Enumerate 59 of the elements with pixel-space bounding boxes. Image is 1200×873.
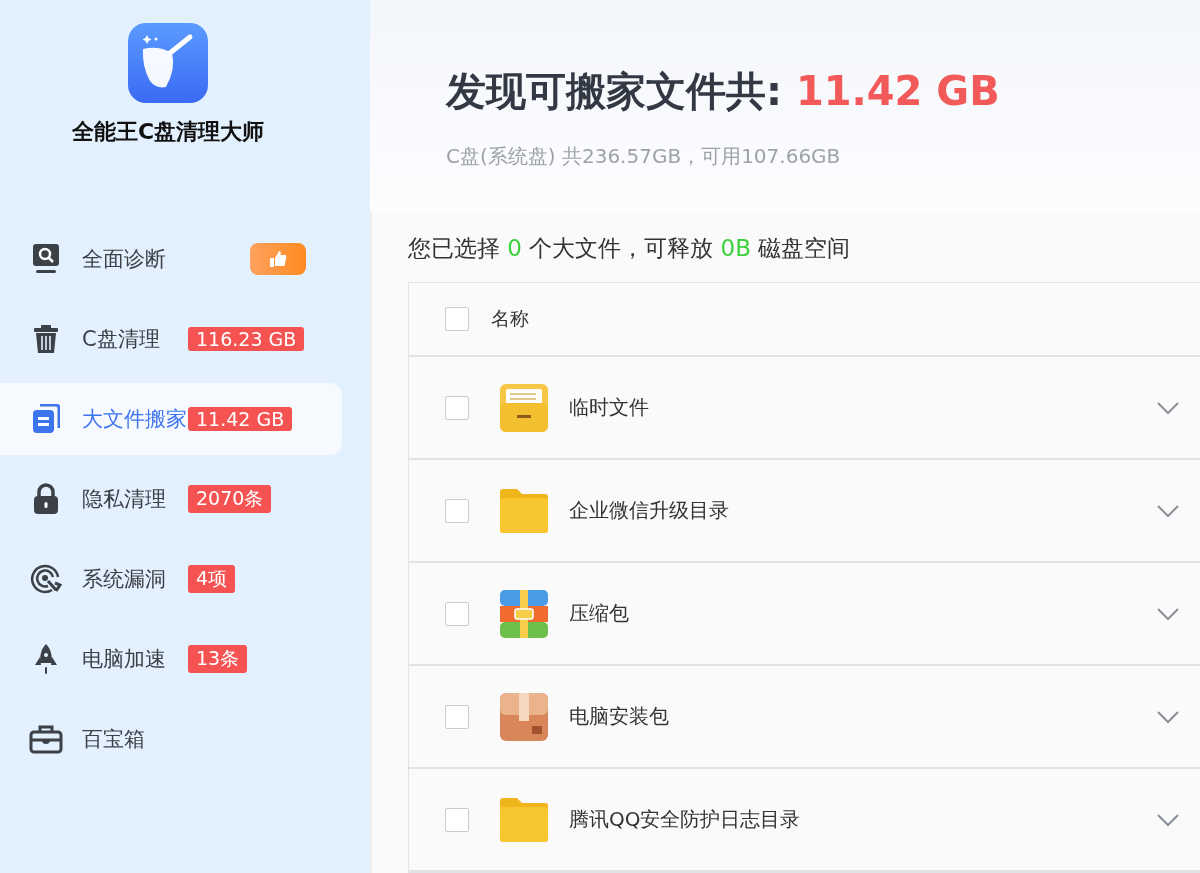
app-name: 全能王C盘清理大师 <box>71 118 265 146</box>
sidebar-item-label: 大文件搬家 <box>82 406 188 433</box>
chevron-down-icon[interactable] <box>1156 709 1180 724</box>
sidebar-item[interactable]: 百宝箱 <box>0 703 342 775</box>
row-checkbox[interactable] <box>445 704 469 729</box>
package-icon <box>499 691 549 742</box>
count-badge: 4项 <box>188 565 236 593</box>
file-group-name: 腾讯QQ安全防护日志目录 <box>569 806 802 833</box>
search-icon <box>32 243 60 275</box>
broom-logo-icon <box>128 23 208 103</box>
sidebar-item-label: 全面诊断 <box>82 246 167 273</box>
select-all-checkbox[interactable] <box>445 307 469 331</box>
chevron-down-icon[interactable] <box>1156 400 1180 415</box>
sidebar-item[interactable]: 大文件搬家 11.42 GB <box>0 383 342 455</box>
sidebar-item[interactable]: 全面诊断 <box>0 223 342 295</box>
chevron-down-icon[interactable] <box>1156 503 1180 518</box>
file-group-row[interactable]: 临时文件 <box>409 357 1200 460</box>
lock-icon <box>33 483 59 515</box>
chevron-down-icon[interactable] <box>1156 606 1180 621</box>
trash-icon <box>33 324 59 354</box>
row-checkbox[interactable] <box>445 601 469 626</box>
drawer-icon <box>499 382 549 433</box>
count-badge: 11.42 GB <box>188 407 293 431</box>
count-badge: 2070条 <box>188 485 272 513</box>
radar-wrench-icon <box>30 563 62 595</box>
file-group-row[interactable]: 腾讯QQ安全防护日志目录 <box>409 769 1200 872</box>
sidebar-item[interactable]: 电脑加速 13条 <box>0 623 342 695</box>
file-group-name: 电脑安装包 <box>569 703 670 730</box>
file-group-name: 企业微信升级目录 <box>569 497 730 524</box>
rocket-icon <box>34 643 58 675</box>
sidebar-item[interactable]: 系统漏洞 4项 <box>0 543 342 615</box>
count-badge: 13条 <box>188 645 248 673</box>
count-badge: 116.23 GB <box>188 327 305 351</box>
file-group-name: 压缩包 <box>569 600 630 627</box>
page-title: 发现可搬家文件共: 11.42 GB <box>446 67 1001 116</box>
file-group-row[interactable]: 企业微信升级目录 <box>409 460 1200 563</box>
folder-icon <box>499 796 549 843</box>
sidebar-item[interactable]: C盘清理 116.23 GB <box>0 303 342 375</box>
documents-icon <box>32 404 60 434</box>
selection-summary: 您已选择 0 个大文件，可释放 0B 磁盘空间 <box>408 234 852 263</box>
sidebar-item-label: 系统漏洞 <box>82 566 167 593</box>
file-group-row[interactable]: 压缩包 <box>409 563 1200 666</box>
disk-info: C盘(系统盘) 共236.57GB，可用107.66GB <box>446 143 842 170</box>
chevron-down-icon[interactable] <box>1156 812 1180 827</box>
toolbox-icon <box>29 724 63 754</box>
sidebar-item-label: 百宝箱 <box>82 726 146 753</box>
archive-icon <box>499 588 549 639</box>
sidebar-item-label: 隐私清理 <box>82 486 167 513</box>
sidebar-item-label: C盘清理 <box>82 326 161 353</box>
sidebar-item[interactable]: 隐私清理 2070条 <box>0 463 342 535</box>
column-header: 名称 <box>491 306 529 331</box>
row-checkbox[interactable] <box>445 498 469 523</box>
sidebar-item-label: 电脑加速 <box>82 646 167 673</box>
row-checkbox[interactable] <box>445 395 469 420</box>
file-group-name: 临时文件 <box>569 394 650 421</box>
file-group-row[interactable]: 电脑安装包 <box>409 666 1200 769</box>
thumbs-up-icon <box>269 250 287 268</box>
row-checkbox[interactable] <box>445 807 469 832</box>
folder-icon <box>499 487 549 534</box>
